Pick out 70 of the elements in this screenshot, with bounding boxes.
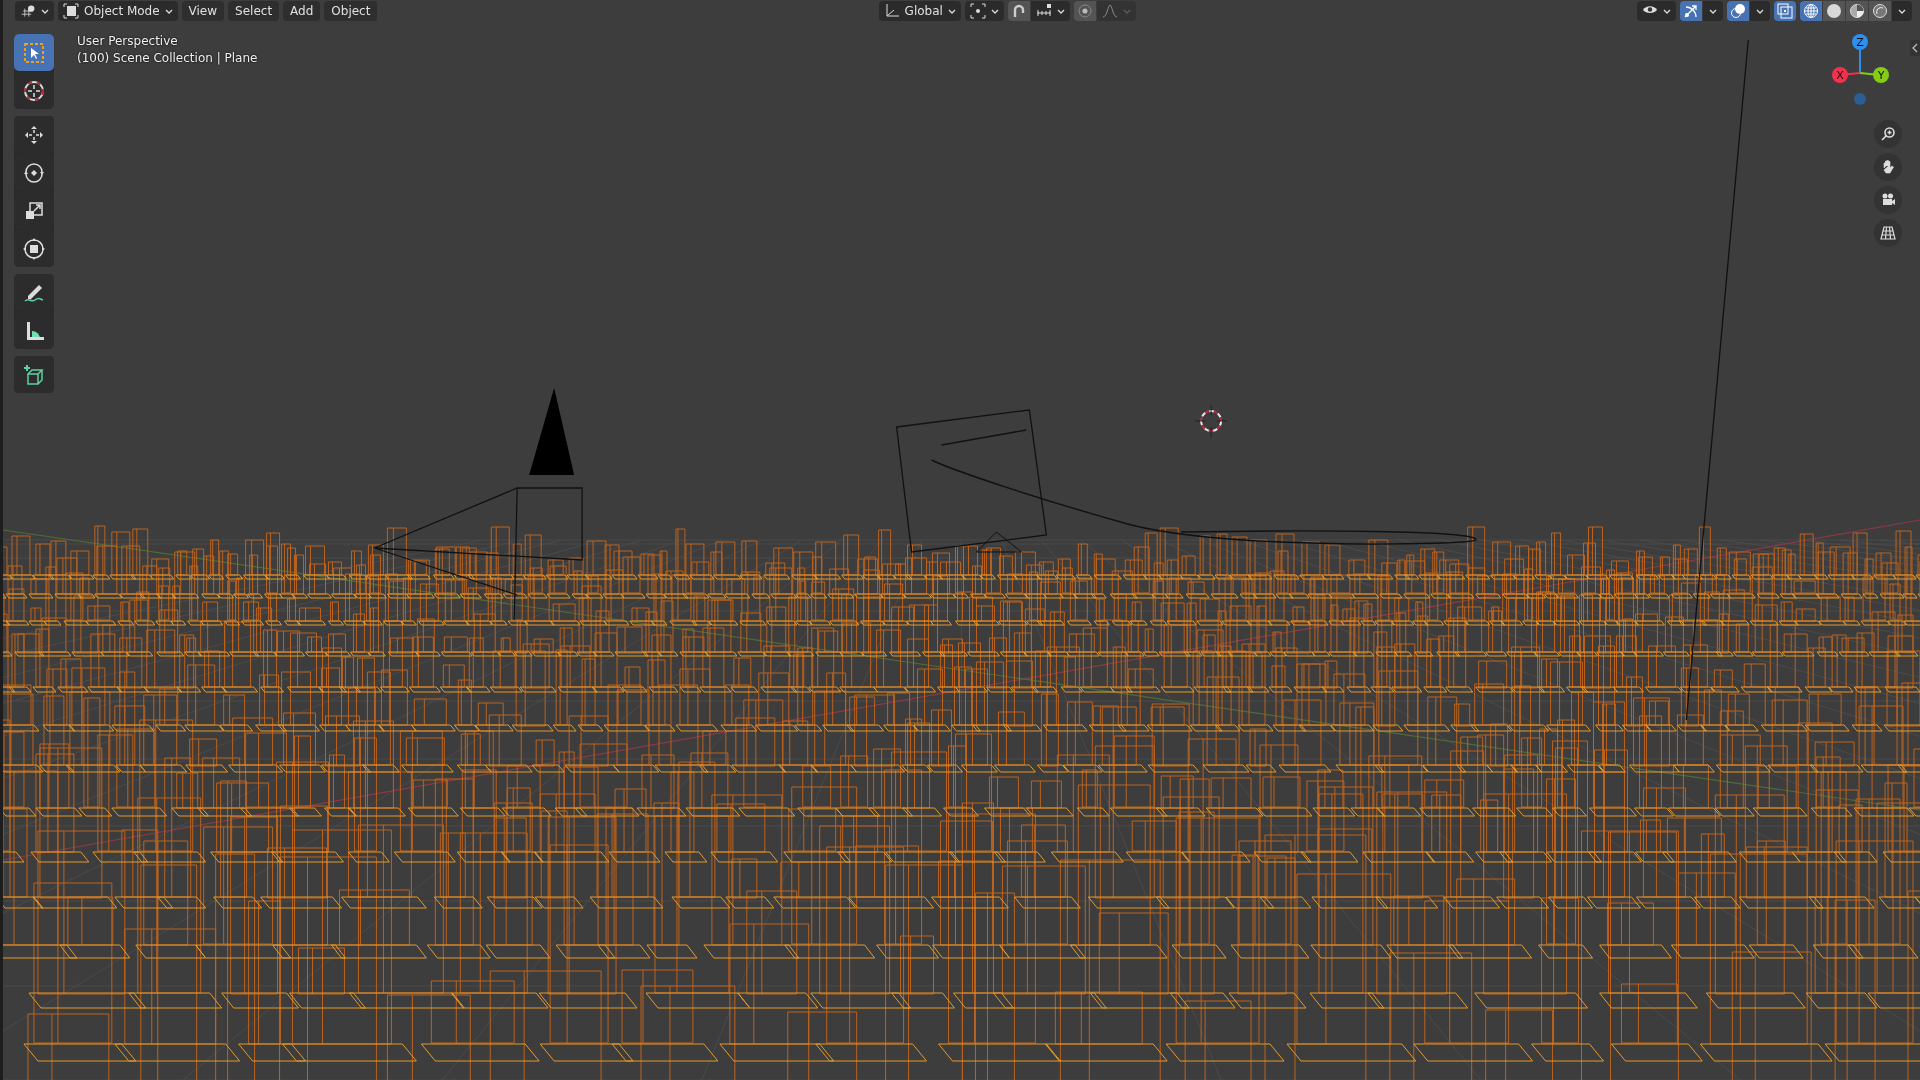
caret-icon [1756, 8, 1764, 14]
caret-icon [990, 8, 999, 14]
gizmo-arrow-icon [1683, 3, 1699, 19]
shading-wireframe-button[interactable] [1800, 1, 1822, 21]
cursor-icon [22, 78, 46, 103]
chevron-left-icon [1912, 43, 1918, 53]
hand-icon [1880, 159, 1896, 175]
overlays-dropdown[interactable] [1750, 1, 1770, 21]
ortho-nav-button[interactable] [1874, 219, 1902, 247]
3d-viewport[interactable]: Object Mode View Select Add Object Global User Perspective (100) Scene Collection | Plane Z X Y [0, 0, 1920, 1080]
falloff-curve-icon [1101, 3, 1118, 19]
increment-icon [1035, 3, 1052, 19]
overlapping-circles-icon [1730, 3, 1746, 19]
caret-icon [1122, 8, 1131, 14]
caret-icon [1663, 8, 1671, 14]
mode-dropdown[interactable]: Object Mode [58, 1, 178, 21]
select-box-icon [22, 40, 46, 65]
grid-icon [1880, 225, 1896, 241]
caret-icon [1056, 8, 1065, 14]
gizmo-axis-handle[interactable]: Y [1873, 67, 1889, 83]
select-tool-button[interactable] [14, 34, 54, 71]
target-icon [1076, 3, 1093, 19]
pivot-icon [969, 3, 986, 19]
viewport-info-text: (100) Scene Collection | Plane [77, 51, 258, 65]
editor-type-button[interactable] [15, 1, 54, 21]
snap-toggle[interactable] [1007, 1, 1030, 21]
wireframe-sphere-icon [1803, 3, 1819, 19]
orientation-dropdown[interactable]: Global [878, 1, 961, 21]
gizmos-toggle[interactable] [1680, 1, 1702, 21]
gizmos-dropdown[interactable] [1703, 1, 1723, 21]
zoom-icon [1880, 126, 1896, 142]
menu-button[interactable]: Object [324, 1, 378, 21]
falloff-dropdown[interactable] [1096, 1, 1136, 21]
caret-icon [1898, 8, 1906, 14]
material-sphere-icon [1849, 3, 1865, 19]
menu-button[interactable]: Select [228, 1, 280, 21]
shading-material-button[interactable] [1846, 1, 1868, 21]
rotate-icon [22, 160, 46, 185]
menu-button[interactable]: Add [283, 1, 321, 21]
rendered-sphere-icon [1872, 3, 1888, 19]
shading-rendered-button[interactable] [1869, 1, 1891, 21]
caret-icon [1709, 8, 1717, 14]
caret-icon [947, 8, 956, 14]
camera-nav-button[interactable] [1874, 186, 1902, 214]
gizmo-axis-handle[interactable]: X [1832, 67, 1848, 83]
caret-icon [164, 8, 173, 14]
xray-toggle[interactable] [1774, 1, 1796, 21]
movie-camera-icon [1880, 192, 1896, 208]
shading-dropdown[interactable] [1892, 1, 1912, 21]
axes-icon [883, 3, 900, 19]
pivot-dropdown[interactable] [964, 1, 1004, 21]
shading-solid-button[interactable] [1823, 1, 1845, 21]
proportional-editing-toggle[interactable] [1073, 1, 1096, 21]
xray-icon [1777, 3, 1793, 19]
zoom-nav-button[interactable] [1874, 120, 1902, 148]
visibility-dropdown[interactable] [1637, 1, 1676, 21]
add-cube-icon [22, 362, 46, 387]
cube-icon [63, 3, 79, 19]
pan-nav-button[interactable] [1874, 153, 1902, 181]
snap-target-dropdown[interactable] [1030, 1, 1070, 21]
negative-axis-dot[interactable] [1854, 93, 1866, 105]
gizmo-axis-handle[interactable]: Z [1852, 34, 1868, 50]
menu-button[interactable]: View [181, 1, 225, 21]
transform-icon [22, 236, 46, 261]
viewport-info-text: User Perspective [77, 34, 179, 48]
grid-sphere-icon [20, 3, 36, 19]
solid-sphere-icon [1826, 3, 1842, 19]
caret-icon [41, 8, 49, 14]
overlays-toggle[interactable] [1727, 1, 1749, 21]
sidebar-toggle[interactable] [1910, 40, 1920, 56]
